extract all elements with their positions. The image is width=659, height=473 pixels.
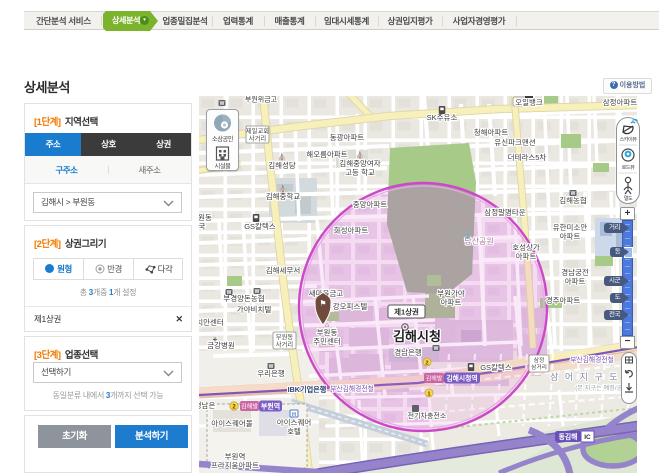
svg-text:동김해: 동김해 <box>559 432 578 441</box>
svg-text:부원동: 부원동 <box>276 332 294 341</box>
svg-text:고등 학교: 고등 학교 <box>345 167 375 177</box>
svg-text:부산김해경전철: 부산김해경전철 <box>330 384 374 393</box>
svg-text:제일교회: 제일교회 <box>246 126 269 135</box>
svg-text:아파트: 아파트 <box>441 297 462 307</box>
svg-text:W: W <box>255 289 260 295</box>
svg-text:더테라스5차: 더테라스5차 <box>508 153 547 162</box>
svg-text:중앙아파트: 중앙아파트 <box>353 199 388 209</box>
svg-text:호성상가: 호성상가 <box>512 242 540 252</box>
svg-text:H: H <box>292 412 296 418</box>
svg-text:김해중앙여자: 김해중앙여자 <box>339 158 380 168</box>
svg-text:치안센터: 치안센터 <box>199 317 224 327</box>
svg-text:가야비치텔: 가야비치텔 <box>237 304 272 314</box>
svg-text:프라지움아파트: 프라지움아파트 <box>211 460 259 470</box>
svg-text:해오름아파트: 해오름아파트 <box>306 149 347 159</box>
svg-text:전기차충전소: 전기차충전소 <box>408 411 447 420</box>
svg-text:부산김해경전철: 부산김해경전철 <box>570 355 614 364</box>
svg-text:+: + <box>213 335 218 344</box>
svg-text:W: W <box>434 346 439 352</box>
svg-text:⚑: ⚑ <box>319 299 326 308</box>
svg-text:GS칼텍스: GS칼텍스 <box>244 221 276 231</box>
svg-text:경남궁전: 경남궁전 <box>561 267 589 277</box>
svg-text:김해발: 김해발 <box>241 403 258 411</box>
svg-text:국: 국 <box>199 222 206 231</box>
svg-text:시설물: 시설물 <box>215 162 232 170</box>
svg-text:주민센터: 주민센터 <box>313 336 341 346</box>
svg-text:아파트: 아파트 <box>560 231 581 241</box>
svg-text:김해세무서: 김해세무서 <box>266 265 301 275</box>
svg-text:아이스퀘어: 아이스퀘어 <box>277 417 312 427</box>
svg-text:아파트: 아파트 <box>516 251 537 261</box>
svg-text:GS칼텍스: GS칼텍스 <box>480 362 512 372</box>
svg-text:제1상권: 제1상권 <box>394 307 419 317</box>
svg-text:소상공인: 소상공인 <box>212 134 234 143</box>
svg-text:동광아파트: 동광아파트 <box>330 132 365 142</box>
svg-text:사거리: 사거리 <box>249 133 266 142</box>
svg-text:IBK기업은행: IBK기업은행 <box>288 385 327 394</box>
svg-text:W: W <box>571 191 576 197</box>
svg-text:김해시청: 김해시청 <box>393 329 441 344</box>
svg-text:경남은행: 경남은행 <box>394 347 422 357</box>
svg-text:⛪: ⛪ <box>356 150 365 159</box>
svg-text:⛪: ⛪ <box>278 152 287 161</box>
svg-text:아파트: 아파트 <box>565 276 586 286</box>
svg-text:삼정말명타운: 삼정말명타운 <box>484 207 525 217</box>
svg-text:로드뷰: 로드뷰 <box>622 164 636 171</box>
svg-text:부원역: 부원역 <box>261 402 280 411</box>
svg-text:금강병원: 금강병원 <box>207 340 235 350</box>
svg-text:김해발: 김해발 <box>426 375 443 383</box>
svg-text:W: W <box>227 290 232 296</box>
svg-text:사거리: 사거리 <box>276 339 293 348</box>
svg-text:스카이뷰: 스카이뷰 <box>619 135 637 143</box>
svg-text:2: 2 <box>425 361 428 367</box>
svg-text:W: W <box>269 364 274 370</box>
svg-text:W: W <box>220 101 225 107</box>
svg-text:SK주유소: SK주유소 <box>427 113 458 122</box>
svg-text:아이스퀘어몰: 아이스퀘어몰 <box>211 418 252 428</box>
svg-text:IC: IC <box>584 434 591 441</box>
svg-text:김해시청역: 김해시청역 <box>446 374 477 383</box>
svg-text:유한미소안: 유한미소안 <box>553 222 588 232</box>
svg-text:김해성당: 김해성당 <box>268 160 296 170</box>
svg-text:⛪: ⛪ <box>279 184 288 193</box>
svg-text:유신파크맨션: 유신파크맨션 <box>494 137 535 147</box>
svg-text:경남은: 경남은 <box>199 400 215 410</box>
svg-text:멀도: 멀도 <box>624 194 633 202</box>
svg-text:⌂: ⌂ <box>325 322 329 329</box>
svg-text:부원동: 부원동 <box>317 328 338 337</box>
svg-text:삼정: 삼정 <box>534 356 545 364</box>
svg-text:삼거리: 삼거리 <box>531 363 547 371</box>
svg-text:부원역: 부원역 <box>225 451 246 461</box>
svg-text:강오피스텔: 강오피스텔 <box>333 301 368 311</box>
svg-text:부원위금고: 부원위금고 <box>245 96 278 104</box>
svg-text:청해아파트: 청해아파트 <box>474 127 509 137</box>
svg-text:화성아파트: 화성아파트 <box>334 225 369 235</box>
svg-text:원동: 원동 <box>199 213 212 222</box>
svg-text:부원가야: 부원가야 <box>437 288 465 298</box>
svg-text:⚓: ⚓ <box>463 230 472 239</box>
svg-text:오일뱅크: 오일뱅크 <box>515 97 543 107</box>
svg-text:호텔: 호텔 <box>287 427 301 436</box>
svg-text:삼정아파트: 삼정아파트 <box>603 97 637 107</box>
svg-text:경주아파트: 경주아파트 <box>546 295 581 305</box>
